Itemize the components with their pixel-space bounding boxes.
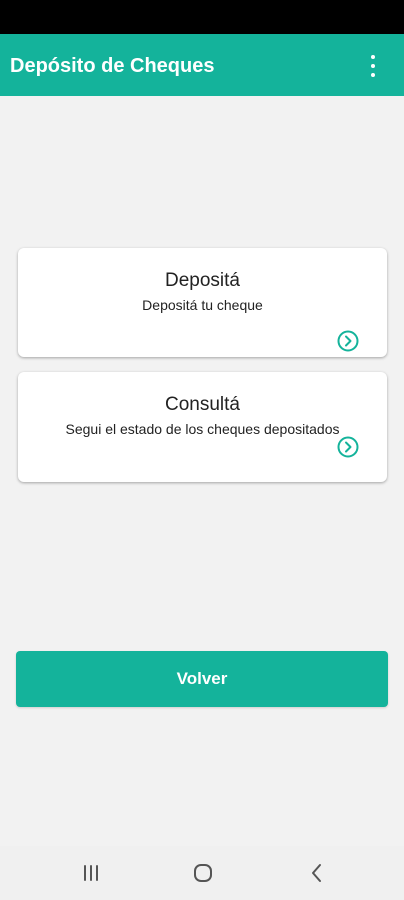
status-bar xyxy=(0,0,404,34)
deposit-card-title: Depositá xyxy=(165,270,240,291)
system-navigation-bar xyxy=(0,846,404,900)
query-card-subtitle: Segui el estado de los cheques depositad… xyxy=(65,421,340,437)
deposit-card-subtitle: Depositá tu cheque xyxy=(142,297,263,313)
page-title: Depósito de Cheques xyxy=(10,55,215,77)
query-card[interactable]: Consultá Segui el estado de los cheques … xyxy=(18,372,387,482)
app-bar: Depósito de Cheques xyxy=(0,34,404,96)
chevron-right-circle-icon[interactable] xyxy=(337,330,359,352)
back-button[interactable]: Volver xyxy=(16,651,388,707)
more-vert-icon[interactable] xyxy=(360,51,386,81)
back-icon[interactable] xyxy=(305,861,329,885)
recents-icon[interactable] xyxy=(79,861,103,885)
home-icon[interactable] xyxy=(191,861,215,885)
chevron-right-circle-icon[interactable] xyxy=(337,436,359,458)
deposit-card[interactable]: Depositá Depositá tu cheque xyxy=(18,248,387,357)
query-card-title: Consultá xyxy=(165,394,240,415)
